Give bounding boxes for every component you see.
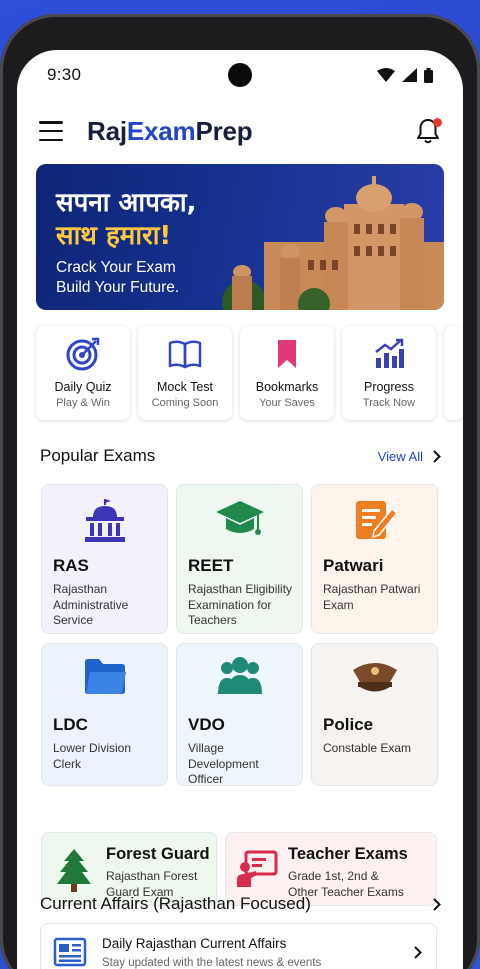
quick-card-partial[interactable] [444, 326, 463, 420]
document-edit-icon [355, 501, 398, 539]
notification-badge [433, 118, 442, 127]
exam-desc: Lower Division Clerk [53, 741, 132, 771]
battery-icon [424, 67, 433, 83]
exam-desc: Village Development Officer [188, 741, 259, 786]
building-icon [84, 499, 125, 542]
current-affairs-title: Current Affairs (Rajasthan Focused) [40, 894, 311, 913]
teacher-board-icon [237, 850, 278, 887]
exam-card-reet[interactable]: REET Rajasthan Eligibility Examination f… [176, 484, 303, 634]
graduation-cap-icon [215, 501, 264, 535]
chevron-right-icon [433, 449, 441, 463]
exam-desc: Rajasthan Administrative Service [53, 582, 129, 627]
app-title: RajExamPrep [87, 115, 253, 147]
exam-name: RAS [53, 556, 89, 575]
quick-sub: Track Now [362, 397, 416, 409]
app-title-raj: Raj [87, 115, 127, 146]
hero-banner[interactable]: सपना आपका, साथ हमारा! Crack Your Exam Bu… [36, 164, 444, 310]
menu-icon[interactable] [39, 121, 63, 141]
exam-card-ras[interactable]: RAS Rajasthan Administrative Service [41, 484, 168, 634]
app-title-prep: Prep [195, 115, 253, 146]
exam-card-police[interactable]: Police Constable Exam [311, 643, 438, 786]
quick-label: Daily Quiz [54, 380, 112, 394]
banner-headline-1: सपना आपका, [56, 188, 197, 218]
exam-name: Teacher Exams [288, 845, 408, 863]
exam-desc: Constable Exam [323, 741, 412, 755]
quick-sub: Play & Win [56, 397, 110, 409]
view-all-label: View All [377, 448, 423, 464]
ca-text: Daily Rajasthan Current Affairs Stay upd… [102, 936, 321, 969]
popular-exams-header: Popular Exams View All [40, 446, 441, 466]
app-screen: 9:30 RajExamPrep सपना आपका, साथ हमारा! C… [17, 50, 463, 969]
status-icons [377, 67, 433, 83]
popular-exams-title: Popular Exams [40, 446, 156, 465]
chevron-right-icon[interactable] [433, 897, 441, 911]
view-all-link[interactable]: View All [378, 449, 441, 464]
quick-actions: Daily Quiz Play & Win Mock Test Coming S… [36, 326, 463, 420]
app-title-exam: Exam [126, 115, 196, 146]
notification-bell-icon[interactable] [415, 117, 442, 145]
banner-headline-2: साथ हमारा! [56, 221, 172, 251]
newspaper-icon [53, 937, 87, 967]
banner-subtitle: Crack Your Exam Build Your Future. [56, 258, 179, 298]
chevron-right-icon [414, 945, 422, 959]
wifi-icon [377, 68, 395, 82]
tree-icon [57, 849, 91, 892]
app-header: RajExamPrep [17, 106, 463, 156]
exam-card-vdo[interactable]: VDO Village Development Officer [176, 643, 303, 786]
exam-name: VDO [188, 715, 225, 734]
target-icon [66, 337, 100, 371]
police-cap-icon [352, 663, 397, 692]
exam-name: LDC [53, 715, 88, 734]
ca-item-subtitle: Stay updated with the latest news & even… [102, 956, 322, 969]
book-icon [168, 340, 202, 369]
exam-desc: Rajasthan Eligibility Examination for Te… [188, 582, 293, 627]
chart-icon [375, 338, 404, 368]
exam-name: Police [323, 715, 374, 734]
exam-card-patwari[interactable]: Patwari Rajasthan Patwari Exam [311, 484, 438, 634]
bookmark-icon [278, 340, 296, 368]
exam-desc-line-1: Rajasthan Forest [106, 869, 198, 883]
daily-current-affairs-item[interactable]: Daily Rajasthan Current Affairs Stay upd… [40, 923, 437, 969]
banner-sub-line-2: Build Your Future. [56, 279, 180, 296]
quick-sub: Coming Soon [151, 397, 219, 409]
quick-mock-test[interactable]: Mock Test Coming Soon [138, 326, 232, 420]
phone-frame: 9:30 RajExamPrep सपना आपका, साथ हमारा! C… [0, 14, 480, 969]
quick-sub: Your Saves [259, 397, 315, 409]
group-icon [217, 657, 262, 694]
current-affairs-header: Current Affairs (Rajasthan Focused) [40, 894, 441, 914]
quick-label: Mock Test [156, 380, 214, 394]
ca-item-title: Daily Rajasthan Current Affairs [102, 935, 287, 951]
signal-icon [402, 68, 417, 82]
quick-daily-quiz[interactable]: Daily Quiz Play & Win [36, 326, 130, 420]
exam-name: Forest Guard [106, 845, 210, 863]
folder-icon [84, 659, 126, 694]
quick-label: Progress [363, 380, 415, 394]
exam-name: Patwari [323, 556, 384, 575]
exam-desc-line-1: Grade 1st, 2nd & [288, 869, 379, 883]
front-camera [228, 63, 252, 87]
exam-card-ldc[interactable]: LDC Lower Division Clerk [41, 643, 168, 786]
banner-sub-line-1: Crack Your Exam [56, 259, 176, 276]
quick-progress[interactable]: Progress Track Now [342, 326, 436, 420]
quick-label: Bookmarks [255, 380, 319, 394]
quick-bookmarks[interactable]: Bookmarks Your Saves [240, 326, 334, 420]
exam-desc: Rajasthan Patwari Exam [323, 582, 421, 612]
status-time: 9:30 [47, 65, 82, 84]
exam-name: REET [188, 556, 234, 575]
palace-illustration [222, 176, 444, 310]
